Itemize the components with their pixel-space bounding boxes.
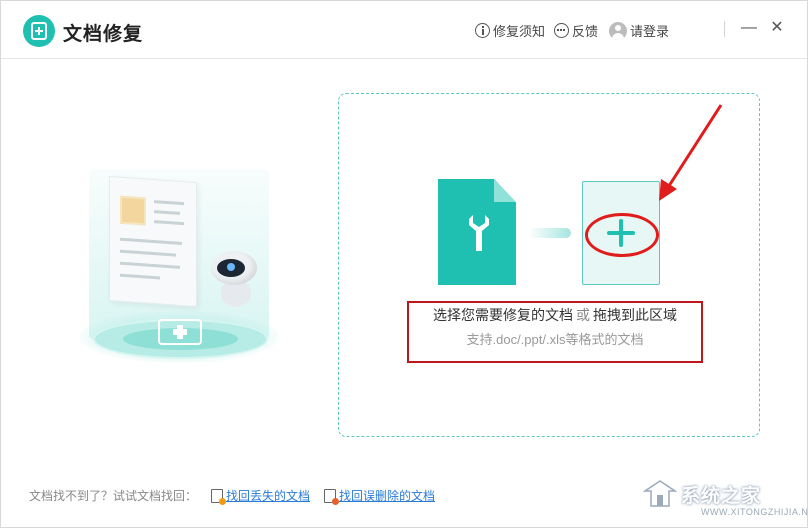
watermark-site-name: 系统之家 [681, 485, 762, 507]
login-label: 请登录 [630, 24, 670, 39]
app-title: 文档修复 [63, 24, 144, 45]
prompt-or-text: 或 [576, 307, 590, 323]
site-watermark: 系统之家 [643, 479, 761, 509]
red-annotation-circle [585, 213, 659, 257]
drop-prompt: 选择您需要修复的文档或拖拽到此区域 [407, 305, 703, 325]
minimize-button[interactable]: — [740, 19, 758, 37]
app-logo-icon [23, 15, 55, 47]
recover-deleted-link[interactable]: 找回误删除的文档 [324, 487, 436, 505]
login-link[interactable]: 请登录 [609, 21, 669, 40]
title-bar-divider [724, 21, 725, 37]
deleted-file-icon [324, 488, 340, 505]
repair-notice-link[interactable]: 修复须知 [475, 21, 545, 40]
app-window: 文档修复 修复须知 反馈 请登录 — ✕ 选择您需要修复的文档 或 拖拽到此区域… [0, 0, 808, 528]
title-bar: 文档修复 修复须知 反馈 请登录 — ✕ [1, 1, 807, 59]
chat-bubble-icon [554, 23, 569, 38]
connector-line [528, 228, 571, 238]
document-illustration [109, 175, 197, 308]
plus-badge-icon [158, 319, 202, 345]
watermark-logo-icon [643, 480, 677, 507]
feedback-link[interactable]: 反馈 [554, 21, 598, 40]
lost-file-icon [211, 488, 227, 505]
recover-lost-link[interactable]: 找回丢失的文档 [211, 487, 311, 505]
info-icon [475, 23, 490, 38]
recover-deleted-label: 找回误删除的文档 [339, 489, 436, 503]
repair-notice-label: 修复须知 [493, 24, 546, 39]
robot-mascot [211, 251, 266, 311]
supported-formats-text: 支持.doc/.ppt/.xls等格式的文档 [466, 332, 644, 347]
feedback-label: 反馈 [572, 24, 599, 39]
image-thumbnail-icon [120, 195, 146, 226]
prompt-select-text: 选择您需要修复的文档 [433, 307, 573, 323]
footer-bar: 文档找不到了？试试文档找回： 找回丢失的文档 找回误删除的文档 [29, 487, 436, 505]
recover-lost-label: 找回丢失的文档 [226, 489, 311, 503]
prompt-drag-text: 拖拽到此区域 [593, 307, 677, 323]
wrench-icon [469, 215, 489, 251]
watermark-url: WWW.XITONGZHIJIA.NET [701, 507, 808, 517]
repair-illustration [71, 151, 296, 376]
red-annotation-arrow [659, 104, 723, 201]
close-button[interactable]: ✕ [768, 19, 786, 37]
footer-question: 文档找不到了？试试文档找回： [29, 489, 198, 503]
user-avatar-icon [609, 21, 627, 40]
